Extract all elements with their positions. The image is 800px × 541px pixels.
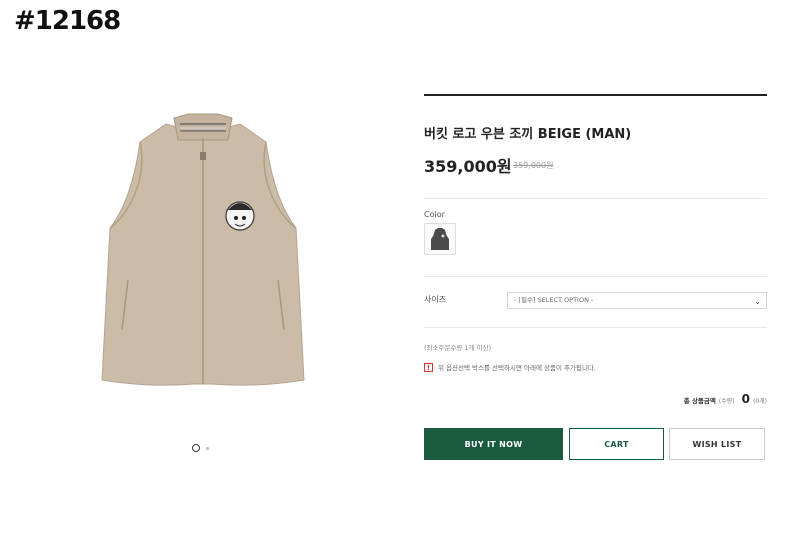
divider <box>424 198 767 199</box>
color-label: Color <box>424 210 445 219</box>
min-order-qty: (최소주문수량 1개 이상) <box>424 344 492 352</box>
divider <box>424 94 767 96</box>
option-notice: ! 위 옵션선택 박스를 선택하시면 아래에 상품이 추가됩니다. <box>424 362 596 372</box>
total-label: 총 상품금액 <box>683 397 716 405</box>
size-select-value: - [필수] SELECT OPTION - <box>514 296 594 304</box>
total-price: 총 상품금액 (수량) 0 (0개) <box>684 392 767 406</box>
cart-button[interactable]: CART <box>569 428 664 460</box>
notice-text: 위 옵션선택 박스를 선택하시면 아래에 상품이 추가됩니다. <box>438 364 596 372</box>
total-qty-label: (수량) <box>718 398 735 405</box>
slide-dot-active[interactable] <box>192 444 200 452</box>
vest-thumbnail-icon <box>431 228 449 250</box>
product-price: 359,000원 <box>424 157 512 176</box>
total-amount: 0 <box>741 392 750 406</box>
total-count: (0개) <box>752 398 767 405</box>
product-info-panel: 버킷 로고 우븐 조끼 BEIGE (MAN) 359,000원 359,000… <box>424 94 767 460</box>
divider <box>424 327 767 328</box>
product-image[interactable] <box>88 110 318 400</box>
slide-dot[interactable] <box>206 446 209 450</box>
alert-icon: ! <box>424 362 433 372</box>
size-label: 사이즈 <box>424 295 447 304</box>
size-select[interactable]: - [필수] SELECT OPTION - ⌄ <box>507 292 767 309</box>
product-title: 버킷 로고 우븐 조끼 BEIGE (MAN) <box>424 127 632 142</box>
chevron-down-icon: ⌄ <box>754 297 761 306</box>
buy-now-button[interactable]: BUY IT NOW <box>424 428 563 460</box>
listing-tag: #12168 <box>14 6 121 36</box>
divider <box>424 276 767 277</box>
color-swatch-charcoal[interactable] <box>424 223 456 255</box>
wish-list-button[interactable]: WISH LIST <box>669 428 765 460</box>
gallery-pagination[interactable] <box>192 444 209 452</box>
original-price: 359,000원 <box>513 161 554 170</box>
